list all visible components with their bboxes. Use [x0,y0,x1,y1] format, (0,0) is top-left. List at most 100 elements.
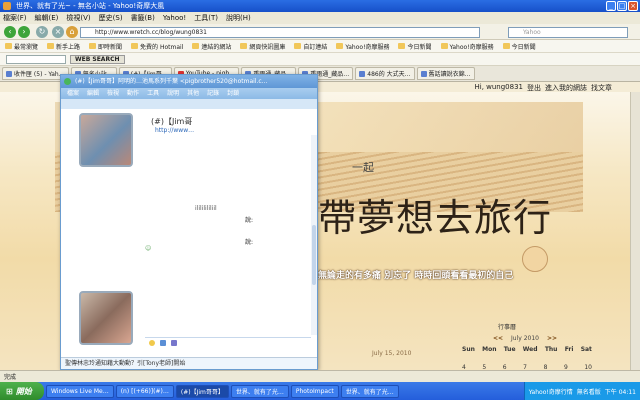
bookmark-item[interactable]: 網頁快訊圖庫 [237,41,288,52]
menu-history[interactable]: 歷史(S) [99,13,123,23]
scroll-thumb[interactable] [312,225,316,285]
calendar-title: 行事曆 [498,324,517,331]
folder-icon [240,43,248,49]
maximize-button[interactable]: □ [617,1,627,11]
navigation-bar: ‹ › ↻ × ⌂ http://www.wretch.cc/blog/wung… [0,24,640,40]
msn-title: (#)【Jim哥哥】阿明的…池馬系列千葉 <pigbrother520@hotm… [75,78,268,85]
taskbar-item-photoimpact[interactable]: PhotoImpact [290,384,339,398]
web-search-button[interactable]: WEB SEARCH [70,54,125,64]
tab-mail[interactable]: 收件匣 (5) - Yah… [2,67,69,80]
msn-menu-item[interactable]: 工具 [147,88,159,99]
weekday: Sat [580,346,592,353]
folder-icon [5,43,12,49]
bookmark-item[interactable]: 即時新聞 [86,41,125,52]
menu-help[interactable]: 說明(H) [226,13,251,23]
taskbar-item-chat[interactable]: (n) [(+66)](#)… [115,384,174,398]
folder-icon [131,43,139,49]
folder-icon [440,43,448,49]
banner-subtitle: 一起 [352,161,374,174]
tab-favicon-icon [6,70,12,77]
menu-edit[interactable]: 編輯(E) [35,13,59,23]
bookmark-item[interactable]: 最常瀏覽 [2,41,41,52]
post-date: July 15, 2010 [372,350,412,357]
chat-scrollbar[interactable] [311,135,317,335]
menu-tools[interactable]: 工具(T) [194,13,218,23]
close-button[interactable]: × [628,1,638,11]
bookmarks-bar: 最常瀏覽 新手上路 即時新聞 免費的 Hotmail 連結的網站 網頁快訊圖庫 … [0,40,640,53]
bookmark-item[interactable]: 今日新聞 [395,41,434,52]
minimize-button[interactable]: _ [606,1,616,11]
msn-menu-item[interactable]: 編輯 [87,88,99,99]
tab-favicon-icon [420,70,427,77]
bookmark-item[interactable]: 連結的網站 [189,41,234,52]
msn-menu-item[interactable]: 封鎖 [227,88,239,99]
bookmark-item[interactable]: 自訂連結 [291,41,330,52]
blog-title: 帶夢想去旅行 [318,196,553,240]
msn-menu-bar: 檔案 編輯 檢視 動作 工具 說明 其他 記錄 封鎖 [61,88,317,99]
stop-button[interactable]: × [52,26,64,38]
folder-icon [294,43,302,49]
taskbar-item-jim[interactable]: (#)【Jim哥哥】 [175,384,229,398]
browser-title: 世界、就有了光~ - 無名小站 - Yahoo!奇摩大風 [16,2,165,10]
weekday: Fri [564,346,574,353]
taskbar-item-browser[interactable]: 世界、就有了光… [340,384,399,398]
system-tray: Yahoo!奇摩行情 無名看版 下午 04:11 [523,382,640,400]
calendar-prev-button[interactable]: << [493,335,503,342]
weekday: Mon [482,346,497,353]
emoticon-button[interactable] [149,340,155,346]
msn-title-bar[interactable]: (#)【Jim哥哥】阿明的…池馬系列千葉 <pigbrother520@hotm… [61,75,317,88]
msn-toolbar [61,99,317,109]
browser-logo-icon [3,2,11,10]
menu-file[interactable]: 檔案(F) [3,13,27,23]
forward-button[interactable]: › [18,26,30,38]
tray-wretch-board[interactable]: 無名看版 [577,387,601,396]
contact-link[interactable]: http://www… [155,127,194,134]
emoticon-icon: ☺ [145,245,152,252]
folder-icon [336,43,344,49]
folder-icon [47,43,55,49]
bookmark-item[interactable]: 今日新聞 [500,41,539,52]
nudge-button[interactable] [171,340,177,346]
taskbar-item-firefox[interactable]: 世界、就有了光… [230,384,289,398]
back-button[interactable]: ‹ [4,26,16,38]
windows-logo-icon: ⊞ [6,386,13,396]
menu-view[interactable]: 檢視(V) [66,13,90,23]
bookmark-item[interactable]: 新手上路 [44,41,83,52]
contact-name: (#)【Jim哥 [151,117,193,126]
home-button[interactable]: ⌂ [66,26,78,38]
tab-news[interactable]: 舊話讀說衣錦… [416,67,475,80]
contact-avatar[interactable] [79,113,133,167]
folder-icon [89,43,97,49]
self-avatar[interactable] [79,291,133,345]
bookmark-item[interactable]: Yahoo!奇摩服務 [438,41,497,52]
menu-yahoo[interactable]: Yahoo! [163,14,186,22]
tray-yahoo-stock[interactable]: Yahoo!奇摩行情 [529,387,573,396]
wink-button[interactable] [160,340,166,346]
msn-menu-item[interactable]: 記錄 [207,88,219,99]
msn-menu-item[interactable]: 動作 [127,88,139,99]
msn-menu-item[interactable]: 檢視 [107,88,119,99]
menu-bookmarks[interactable]: 書籤(B) [131,13,155,23]
page-scrollbar[interactable] [630,92,640,370]
msn-menu-item[interactable]: 檔案 [67,88,79,99]
taskbar-item-messenger[interactable]: Windows Live Me… [46,384,114,398]
calendar-header: << July 2010 >> [460,335,590,342]
start-button[interactable]: ⊞ 開始 [0,382,44,400]
msn-menu-item[interactable]: 其他 [187,88,199,99]
search-input[interactable]: Yahoo [508,27,628,38]
chat-message: 說: [245,239,254,246]
weekday: Thu [544,346,558,353]
calendar-next-button[interactable]: >> [547,335,557,342]
msn-chat-window: (#)【Jim哥哥】阿明的…池馬系列千葉 <pigbrother520@hotm… [60,74,318,370]
bookmark-item[interactable]: 免費的 Hotmail [128,41,186,52]
msn-menu-item[interactable]: 說明 [167,88,179,99]
clock: 下午 04:11 [604,388,636,396]
address-bar[interactable]: http://www.wretch.cc/blog/wung0831 [80,27,480,38]
folder-icon [398,43,406,49]
reload-button[interactable]: ↻ [36,26,48,38]
tab-486[interactable]: 486的 大式天… [355,67,415,80]
toolbar-search-input[interactable] [6,54,66,64]
bookmark-item[interactable]: Yahoo!奇摩服務 [333,41,392,52]
tab-favicon-icon [359,70,366,77]
weekday: Wed [522,346,538,353]
